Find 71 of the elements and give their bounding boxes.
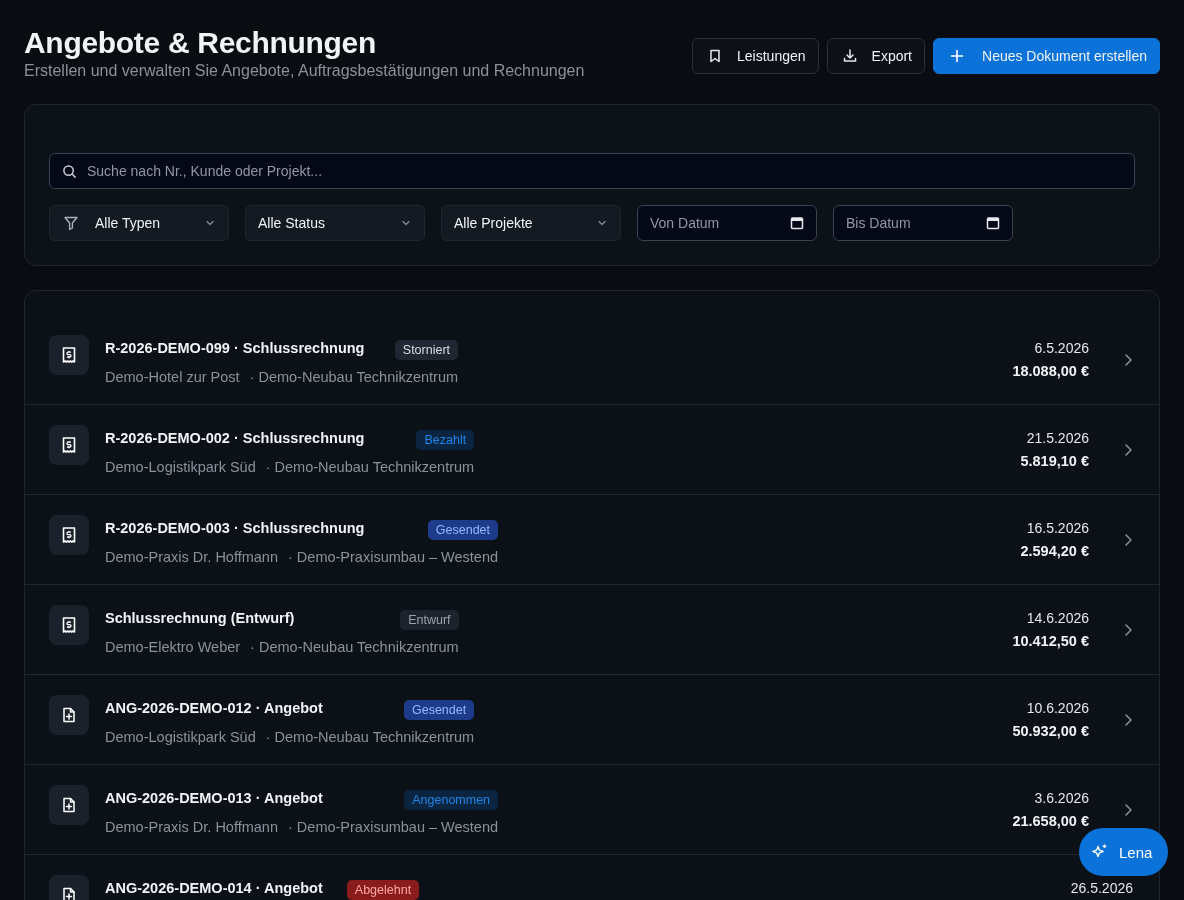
project-name: · Demo-Neubau Technikzentrum [250,639,459,655]
chevron-right-icon[interactable] [1123,442,1133,457]
customer-name: Demo-Praxis Dr. Hoffmann [105,549,278,565]
document-date: 14.6.2026 [1025,610,1089,626]
document-title: ANG-2026-DEMO-014 · Angebot [105,880,323,896]
document-amount: 21.658,00 € [1012,813,1089,829]
status-badge: Gesendet [403,700,475,720]
document-title: R-2026-DEMO-099 · Schlussrechnung [105,340,365,356]
filter-dropdown[interactable]: Alle Projekte [441,205,621,241]
project-name: · Demo-Praxisumbau – Westend [288,819,499,835]
document-date: 10.6.2026 [1025,700,1089,716]
document-date: 26.5.2026 [1070,880,1133,896]
customer-name: Demo-Praxis Dr. Hoffmann [105,819,278,835]
filter-dropdown[interactable]: Alle Status [245,205,425,241]
document-date: 3.6.2026 [1033,790,1089,806]
search-icon [62,163,77,179]
file-plus-icon [62,797,76,813]
file-plus-icon [62,887,76,900]
file-plus-icon [62,707,76,723]
filter-dropdown[interactable]: Alle Typen [49,205,229,241]
status-badge: Entwurf [400,610,459,630]
date-field[interactable]: Bis Datum [846,206,986,240]
page-title: Angebote & Rechnungen [24,26,378,60]
date-field[interactable]: Bis Datum [833,205,1013,241]
status-badge: Storniert [394,340,459,360]
document-date: 6.5.2026 [1033,340,1089,356]
date-field[interactable]: Von Datum [650,206,790,240]
customer-name: Demo-Hotel zur Post [105,369,240,385]
chevron-right-icon[interactable] [1123,352,1133,367]
invoice-icon [62,617,76,633]
page-subtitle: Erstellen und verwalten Sie Angebote, Auftragsbestätigungen und Rechnungen [24,62,585,80]
document-date: 16.5.2026 [1025,520,1089,536]
calendar-icon [986,216,1000,230]
chevron-right-icon[interactable] [1123,802,1133,817]
customer-name: Demo-Logistikpark Süd [105,729,256,745]
assistant-button[interactable]: Lena [1079,828,1169,876]
document-title: R-2026-DEMO-003 · Schlussrechnung [105,520,365,536]
customer-name: Demo-Elektro Weber [105,639,241,655]
filter-icon [63,215,79,231]
chevron-right-icon[interactable] [1123,622,1133,637]
document-amount: 5.819,10 € [1020,453,1089,469]
chevron-right-icon[interactable] [1123,532,1133,547]
export-button[interactable]: Export [826,38,925,74]
project-name: · Demo-Neubau Technikzentrum [265,729,475,745]
project-name: · Demo-Praxisumbau – Westend [288,549,499,565]
download-icon [841,48,858,64]
document-title: ANG-2026-DEMO-013 · Angebot [105,790,323,806]
invoice-icon [62,437,76,453]
invoice-icon [62,527,76,543]
document-title: Schlussrechnung (Entwurf) [105,610,295,626]
plus-icon [950,49,964,63]
document-amount: 2.594,20 € [1020,543,1089,559]
customer-name: Demo-Logistikpark Süd [105,459,256,475]
status-badge: Angenommen [404,790,499,810]
document-title: ANG-2026-DEMO-012 · Angebot [105,700,323,716]
document-amount: 10.412,50 € [1012,633,1089,649]
status-badge: Abgelehnt [346,880,420,900]
document-title: R-2026-DEMO-002 · Schlussrechnung [105,430,365,446]
document-amount: 50.932,00 € [1012,723,1089,739]
project-name: · Demo-Neubau Technikzentrum [249,369,459,385]
document-date: 21.5.2026 [1025,430,1089,446]
document-amount: 18.088,00 € [1012,363,1089,379]
create-document-button[interactable]: Neues Dokument erstellen [933,38,1160,74]
invoice-icon [62,347,76,363]
status-badge: Gesendet [427,520,499,540]
project-name: · Demo-Neubau Technikzentrum [265,459,475,475]
date-field[interactable]: Von Datum [637,205,817,241]
status-badge: Bezahlt [416,430,475,450]
chevron-right-icon[interactable] [1123,712,1133,727]
services-button[interactable]: Leistungen [692,38,819,74]
calendar-icon [790,216,804,230]
